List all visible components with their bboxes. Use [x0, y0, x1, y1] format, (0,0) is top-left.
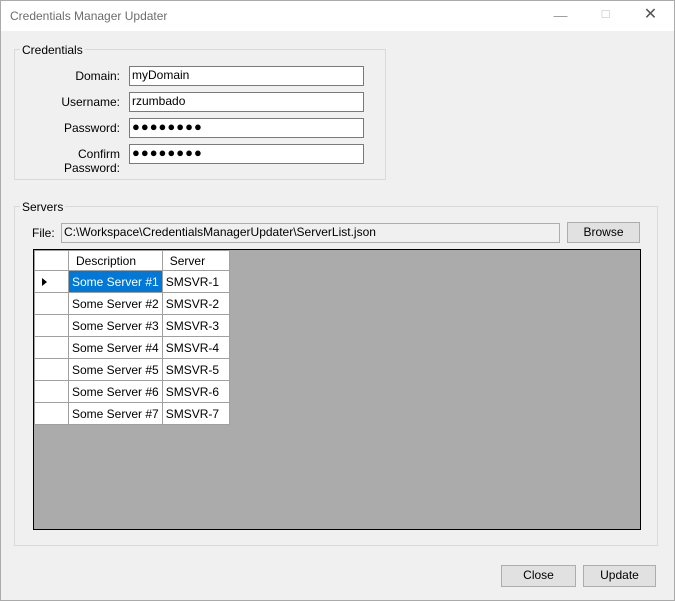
title-bar[interactable]: Credentials Manager Updater — ☐ ✕: [1, 1, 674, 31]
description-cell[interactable]: Some Server #5: [68, 358, 163, 381]
password-field[interactable]: ●●●●●●●●: [129, 118, 364, 138]
confirm-password-field[interactable]: ●●●●●●●●: [129, 144, 364, 164]
row-header[interactable]: [34, 402, 69, 425]
column-header-description[interactable]: Description: [68, 250, 163, 271]
servers-group-label: Servers: [20, 200, 66, 214]
file-path-field[interactable]: C:\Workspace\CredentialsManagerUpdater\S…: [61, 223, 560, 243]
description-cell[interactable]: Some Server #6: [68, 380, 163, 403]
username-field[interactable]: rzumbado: [129, 92, 364, 112]
server-cell[interactable]: SMSVR-4: [161, 336, 230, 359]
password-label: Password:: [63, 121, 120, 135]
domain-field[interactable]: myDomain: [129, 66, 364, 86]
table-row[interactable]: Some Server #5 SMSVR-5: [34, 358, 230, 381]
row-header[interactable]: [34, 380, 69, 403]
main-window: Credentials Manager Updater — ☐ ✕ Creden…: [0, 0, 675, 601]
description-cell[interactable]: Some Server #2: [68, 292, 163, 315]
username-label: Username:: [61, 95, 120, 109]
table-row[interactable]: Some Server #4 SMSVR-4: [34, 336, 230, 359]
row-header[interactable]: [34, 314, 69, 337]
server-cell[interactable]: SMSVR-7: [161, 402, 230, 425]
server-cell[interactable]: SMSVR-2: [161, 292, 230, 315]
description-cell[interactable]: Some Server #3: [68, 314, 163, 337]
description-cell[interactable]: Some Server #7: [68, 402, 163, 425]
credentials-group-label: Credentials: [20, 43, 85, 57]
table-row[interactable]: Some Server #7 SMSVR-7: [34, 402, 230, 425]
close-window-icon[interactable]: ✕: [628, 1, 673, 31]
window-title: Credentials Manager Updater: [10, 9, 168, 23]
row-header[interactable]: [34, 292, 69, 315]
table-row[interactable]: Some Server #6 SMSVR-6: [34, 380, 230, 403]
browse-button[interactable]: Browse: [567, 222, 640, 243]
table-row[interactable]: Some Server #2 SMSVR-2: [34, 292, 230, 315]
maximize-icon: ☐: [600, 9, 611, 21]
confirm-password-label: Confirm Password:: [63, 147, 120, 175]
server-cell[interactable]: SMSVR-5: [161, 358, 230, 381]
description-cell[interactable]: Some Server #4: [68, 336, 163, 359]
close-button[interactable]: Close: [501, 565, 576, 587]
servers-table: Description Server Some Server #1 SMSVR-…: [34, 250, 230, 425]
current-row-arrow-icon: [42, 278, 47, 287]
server-cell[interactable]: SMSVR-1: [161, 270, 230, 293]
table-row[interactable]: Some Server #1 SMSVR-1: [34, 270, 230, 293]
file-label: File:: [32, 226, 55, 240]
column-header-server[interactable]: Server: [161, 250, 230, 271]
row-header-corner[interactable]: [34, 250, 69, 271]
grid-header-row: Description Server: [34, 250, 230, 271]
description-cell[interactable]: Some Server #1: [68, 270, 163, 293]
minimize-icon[interactable]: —: [538, 1, 583, 31]
server-cell[interactable]: SMSVR-6: [161, 380, 230, 403]
row-header[interactable]: [34, 358, 69, 381]
row-header[interactable]: [34, 270, 69, 293]
domain-label: Domain:: [75, 69, 120, 83]
row-header[interactable]: [34, 336, 69, 359]
update-button[interactable]: Update: [583, 565, 656, 587]
table-row[interactable]: Some Server #3 SMSVR-3: [34, 314, 230, 337]
servers-grid[interactable]: Description Server Some Server #1 SMSVR-…: [33, 249, 641, 530]
server-cell[interactable]: SMSVR-3: [161, 314, 230, 337]
